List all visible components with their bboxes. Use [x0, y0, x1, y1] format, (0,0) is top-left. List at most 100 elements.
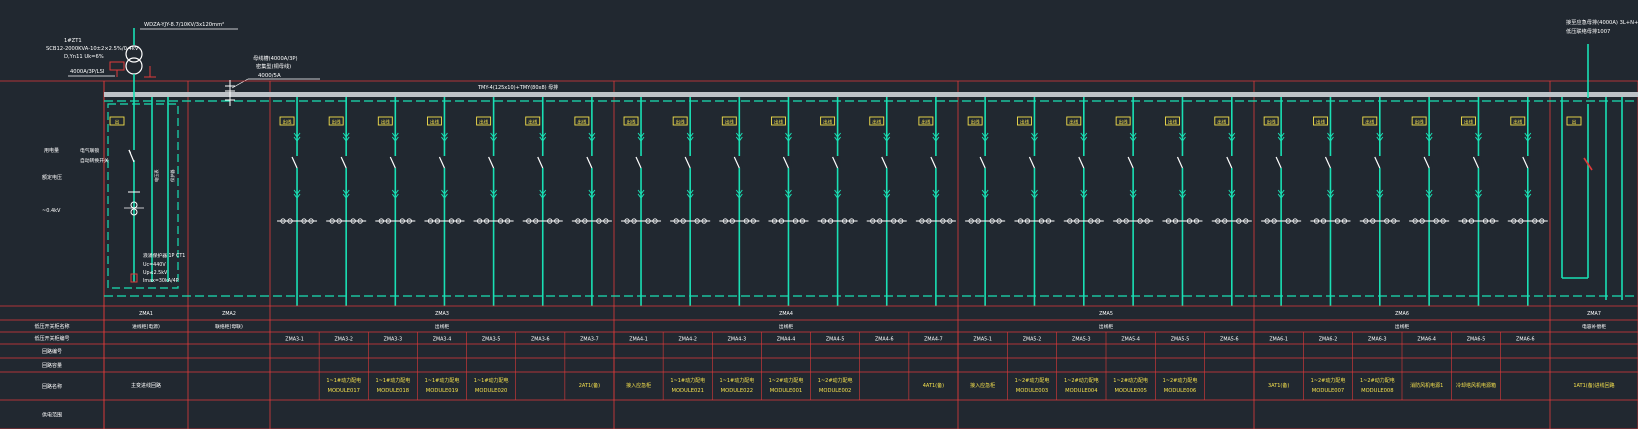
feeder-circuit-id: ZMA6-5 [1467, 337, 1486, 343]
surge-protector-line-1: 浪涌保护器 1P CT1 [143, 252, 185, 259]
last-cabinet-circuit-name: 1AT1(备)进线回路 [1573, 382, 1614, 389]
feeder-tag-text: 出线 [1267, 119, 1276, 126]
cabinet-id: ZMA6 [1395, 311, 1409, 317]
feeder-module: MODULE003 [1016, 388, 1048, 394]
feeder-tag-text: 出线 [1513, 119, 1522, 126]
row-header: 回路名称 [42, 383, 62, 390]
feeder-module: MODULE017 [328, 388, 360, 394]
feeder-tag-text: 出线 [381, 119, 390, 126]
cabinet-name: 出线柜 [1099, 323, 1114, 330]
cabinet-id: ZMA3 [435, 311, 449, 317]
left-label-usage: 用电量 [44, 147, 59, 154]
feeder-name: 1~2#动力配电 [1113, 377, 1148, 384]
feeder-circuit-id: ZMA3-3 [384, 337, 403, 343]
feeder-module: MODULE002 [819, 388, 851, 394]
incomer-vt-label: 电压表 [153, 169, 160, 182]
feeder-name: 4AT1(备) [923, 382, 944, 389]
feeder-circuit-id: ZMA3-2 [334, 337, 353, 343]
feeder-name: 1~1#动力配电 [375, 377, 410, 384]
feeder-name: 2AT1(备) [579, 382, 600, 389]
transformer-cable-label: WDZA-YJY-8.7/10KV/3x120mm² [144, 22, 224, 28]
cabinet-name: 出线柜 [779, 323, 794, 330]
right-note-line-2: 低压联络母排1007 [1566, 27, 1610, 35]
row-header: 低压开关柜名称 [34, 323, 69, 330]
feeder-tag-text: 出线 [1069, 119, 1078, 126]
feeder-tag-text: 出线 [479, 119, 488, 126]
feeder-module: MODULE005 [1114, 388, 1146, 394]
feeder-circuit-id: ZMA4-6 [875, 337, 894, 343]
main-busbar [104, 92, 1638, 97]
feeder-tag-text: 出线 [1415, 119, 1424, 126]
left-label-rated-voltage: 额定电压 [42, 174, 62, 181]
feeder-name: 1~2#动力配电 [769, 377, 804, 384]
feeder-tag-text: 出线 [676, 119, 685, 126]
feeder-circuit-id: ZMA5-4 [1121, 337, 1140, 343]
feeder-name: 1~1#动力配电 [719, 377, 754, 384]
feeder-circuit-id: ZMA6-3 [1368, 337, 1387, 343]
feeder-circuit-id: ZMA5-6 [1220, 337, 1239, 343]
feeder-name: 接入应急柜 [626, 382, 651, 389]
transformer-rating: SCB12-2000KVA-10±2×2.5%/0.4kV [46, 46, 139, 52]
diagram-background [0, 0, 1638, 429]
cabinet-name: 进线柜(电源) [132, 323, 160, 330]
feeder-tag-text: 出线 [1365, 119, 1374, 126]
feeder-tag-text: 出线 [1020, 119, 1029, 126]
feeder-tag-text: 出线 [528, 119, 537, 126]
feeder-name: 消防风机电源1 [1410, 382, 1443, 389]
feeder-circuit-id: ZMA6-6 [1516, 337, 1535, 343]
feeder-tag-text: 出线 [1464, 119, 1473, 126]
feeder-tag-text: 出线 [1217, 119, 1226, 126]
feeder-tag-text: 出线 [872, 119, 881, 126]
incomer-pt-label: 保护器 [169, 169, 176, 182]
cabinet-name: 出线柜 [1395, 323, 1410, 330]
feeder-module: MODULE004 [1065, 388, 1098, 394]
feeder-name: 1~1#动力配电 [326, 377, 361, 384]
feeder-circuit-id: ZMA4-5 [826, 337, 845, 343]
feeder-name: 3AT1(备) [1268, 382, 1289, 389]
surge-protector-line-3: Up≤2.5kV [143, 270, 168, 276]
feeder-tag-text: 出线 [1316, 119, 1325, 126]
cabinet-id: ZMA2 [222, 311, 236, 317]
transformer-vector-group: D,Yn11 Uk=6% [64, 54, 104, 60]
transformer-name: 1#ZT1 [64, 38, 82, 44]
feeder-name: 1~2#动力配电 [818, 377, 853, 384]
feeder-module: MODULE001 [770, 388, 802, 394]
feeder-circuit-id: ZMA3-5 [482, 337, 501, 343]
cabinet-id: ZMA7 [1587, 311, 1601, 317]
feeder-name: 1~2#动力配电 [1163, 377, 1198, 384]
incomer-circuit-name: 主变进线回路 [131, 382, 161, 389]
feeder-circuit-id: ZMA4-1 [629, 337, 648, 343]
feeder-tag-text: 出线 [283, 119, 292, 126]
cabinet-id: ZMA5 [1099, 311, 1113, 317]
cabinet-id: ZMA1 [139, 311, 153, 317]
feeder-circuit-id: ZMA5-2 [1023, 337, 1042, 343]
surge-protector-line-2: Uc=440V [143, 262, 166, 268]
cabinet-name: 联络柜(母联) [215, 323, 243, 330]
row-header: 回路容量 [42, 362, 62, 369]
feeder-circuit-id: ZMA4-4 [777, 337, 796, 343]
feeder-module: MODULE008 [1361, 388, 1393, 394]
feeder-circuit-id: ZMA4-7 [924, 337, 943, 343]
feeder-circuit-id: ZMA6-4 [1417, 337, 1436, 343]
feeder-name: 冷却塔风机电源箱 [1456, 382, 1496, 389]
bus-duct-rating: 4000/5A [258, 73, 281, 79]
busbar-spec-label: TMY-4(125x10)+TMY(80x8) 母排 [477, 84, 558, 91]
feeder-name: 1~1#动力配电 [425, 377, 460, 384]
cabinet-id: ZMA4 [779, 311, 793, 317]
feeder-tag-text: 出线 [430, 119, 439, 126]
incomer-interlock-label: 电气联锁 [80, 147, 99, 154]
feeder-name: 1~1#动力配电 [670, 377, 705, 384]
feeder-circuit-id: ZMA3-4 [433, 337, 452, 343]
transformer-breaker-label: 4000A/3P/LSI [70, 69, 105, 75]
feeder-module: MODULE018 [377, 388, 409, 394]
row-header: 供电范围 [42, 412, 62, 419]
row-header: 回路编号 [42, 348, 62, 355]
surge-protector-line-4: Imax=30kA/4P [143, 278, 179, 284]
feeder-circuit-id: ZMA5-5 [1171, 337, 1190, 343]
feeder-tag-text: 出线 [1119, 119, 1128, 126]
feeder-circuit-id: ZMA4-2 [678, 337, 697, 343]
feeder-circuit-id: ZMA5-1 [973, 337, 992, 343]
feeder-circuit-id: ZMA6-1 [1269, 337, 1288, 343]
feeder-tag-text: 出线 [627, 119, 636, 126]
single-line-diagram: WDZA-YJY-8.7/10KV/3x120mm² 1#ZT1 SCB12-2… [0, 0, 1638, 429]
